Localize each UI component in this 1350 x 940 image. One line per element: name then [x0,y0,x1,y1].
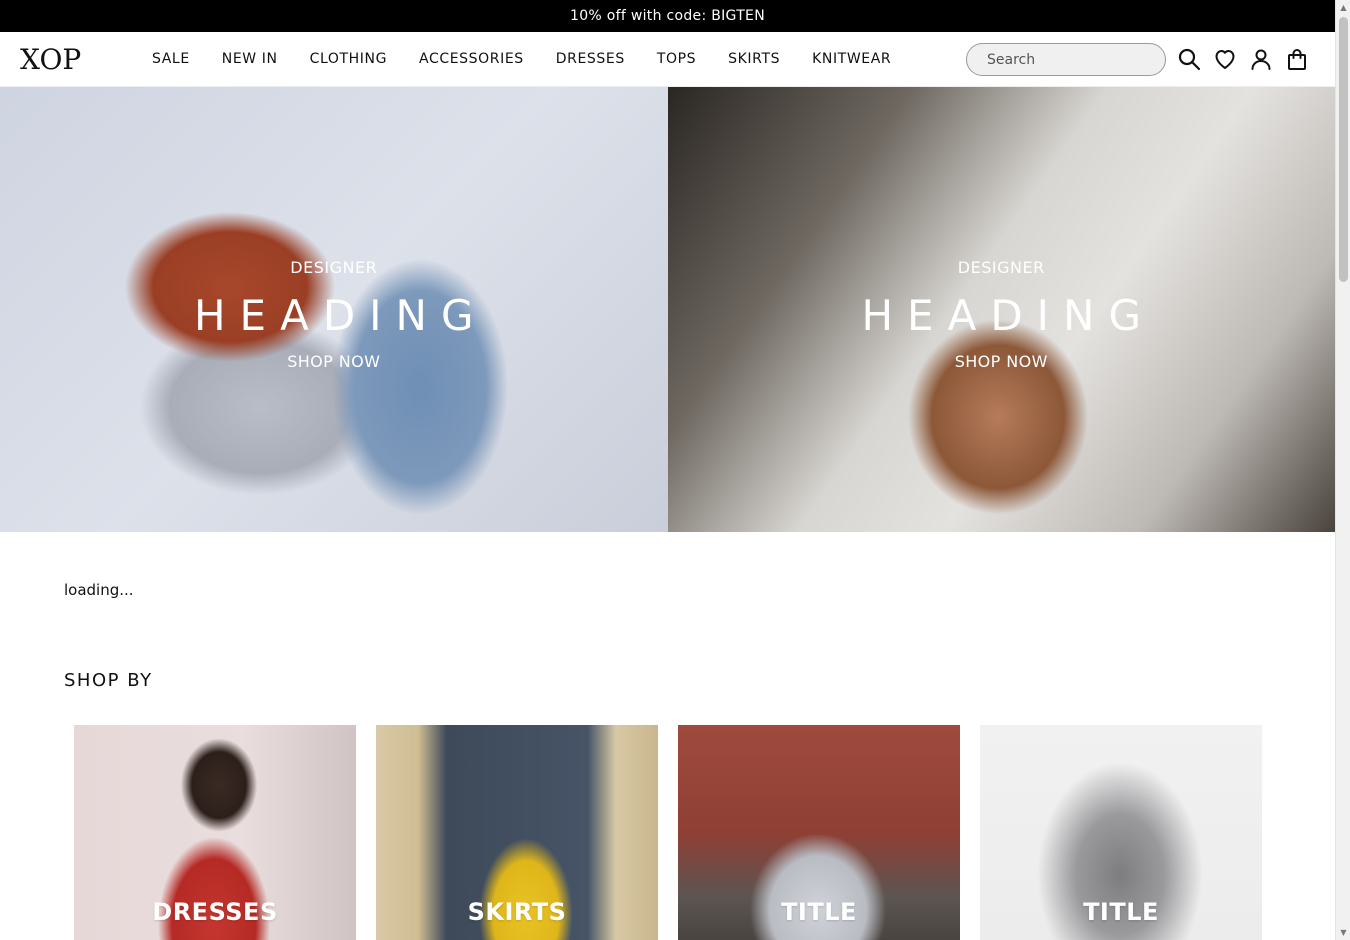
card-label: TITLE [1083,898,1159,926]
nav-item-tops[interactable]: TOPS [657,51,696,67]
site-logo[interactable]: XOP [20,43,152,76]
main-nav: SALE NEW IN CLOTHING ACCESSORIES DRESSES… [152,51,923,67]
nav-item-skirts[interactable]: SKIRTS [728,51,780,67]
search-input[interactable] [987,51,1157,68]
shop-by-cards: DRESSES SKIRTS TITLE TITLE [74,725,1262,940]
hero-heading: HEADING [193,291,488,340]
site-header: XOP SALE NEW IN CLOTHING ACCESSORIES DRE… [0,32,1335,87]
hero-subtitle: DESIGNER [957,258,1045,277]
nav-item-sale[interactable]: SALE [152,51,190,67]
scroll-thumb[interactable] [1339,17,1348,282]
card-label: DRESSES [152,898,278,926]
header-icons [1176,46,1320,72]
card-label: SKIRTS [467,898,567,926]
user-icon[interactable] [1248,46,1274,72]
hero-subtitle: DESIGNER [290,258,378,277]
nav-item-new-in[interactable]: NEW IN [222,51,278,67]
scroll-down-arrow-icon[interactable]: ▼ [1336,925,1350,940]
promo-text: 10% off with code: BIGTEN [570,8,765,24]
loading-text: loading... [64,581,134,599]
bag-icon[interactable] [1284,46,1310,72]
scroll-up-arrow-icon[interactable]: ▲ [1336,0,1350,15]
heart-icon[interactable] [1212,46,1238,72]
nav-item-clothing[interactable]: CLOTHING [310,51,387,67]
nav-item-dresses[interactable]: DRESSES [556,51,625,67]
category-card-dresses[interactable]: DRESSES [74,725,356,940]
hero-panel-left[interactable]: DESIGNER HEADING SHOP NOW [0,87,668,532]
category-card-title-2[interactable]: TITLE [980,725,1262,940]
promo-bar: 10% off with code: BIGTEN [0,0,1335,32]
nav-item-accessories[interactable]: ACCESSORIES [419,51,524,67]
category-card-title-1[interactable]: TITLE [678,725,960,940]
search-box [966,43,1166,76]
hero-panel-right[interactable]: DESIGNER HEADING SHOP NOW [667,87,1335,532]
hero-heading: HEADING [861,291,1156,340]
shop-now-link[interactable]: SHOP NOW [955,352,1048,371]
search-icon[interactable] [1176,46,1202,72]
page-scrollbar[interactable]: ▲ ▼ [1335,0,1350,940]
page: 10% off with code: BIGTEN XOP SALE NEW I… [0,0,1335,940]
hero-banner: DESIGNER HEADING SHOP NOW DESIGNER HEADI… [0,87,1335,532]
shop-by-heading: SHOP BY [64,670,153,691]
nav-item-knitwear[interactable]: KNITWEAR [812,51,891,67]
card-label: TITLE [781,898,857,926]
category-card-skirts[interactable]: SKIRTS [376,725,658,940]
shop-now-link[interactable]: SHOP NOW [287,352,380,371]
